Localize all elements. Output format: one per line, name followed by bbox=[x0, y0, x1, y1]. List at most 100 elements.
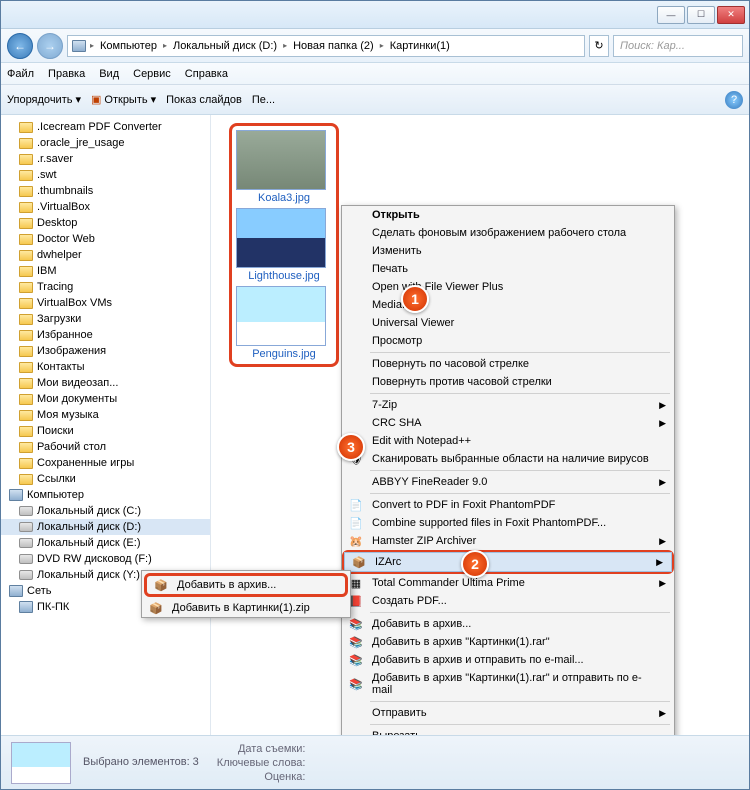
menu-item[interactable]: Повернуть по часовой стрелке bbox=[342, 355, 674, 373]
izarc-submenu[interactable]: 📦Добавить в архив... 📦Добавить в Картинки… bbox=[141, 570, 351, 618]
tree-item[interactable]: Локальный диск (E:) bbox=[1, 535, 210, 551]
search-input[interactable]: Поиск: Кар... bbox=[613, 35, 743, 57]
menu-separator bbox=[370, 352, 670, 353]
breadcrumb-segment[interactable]: Локальный диск (D:) bbox=[171, 40, 279, 52]
menu-item[interactable]: Вырезать bbox=[342, 727, 674, 735]
menu-item[interactable]: ✎Edit with Notepad++ bbox=[342, 432, 674, 450]
folder-icon bbox=[19, 218, 33, 229]
folder-icon bbox=[19, 186, 33, 197]
menu-tools[interactable]: Сервис bbox=[133, 68, 171, 80]
breadcrumb-segment[interactable]: Новая папка (2) bbox=[291, 40, 376, 52]
selected-files-group: Koala3.jpg Lighthouse.jpg Penguins.jpg bbox=[229, 123, 339, 367]
menu-help[interactable]: Справка bbox=[185, 68, 228, 80]
menu-view[interactable]: Вид bbox=[99, 68, 119, 80]
menu-item[interactable]: Universal Viewer bbox=[342, 314, 674, 332]
menu-item[interactable]: 📄Convert to PDF in Foxit PhantomPDF bbox=[342, 496, 674, 514]
tree-item[interactable]: dwhelper bbox=[1, 247, 210, 263]
folder-tree[interactable]: .Icecream PDF Converter.oracle_jre_usage… bbox=[1, 115, 211, 735]
submenu-item[interactable]: 📦Добавить в Картинки(1).zip bbox=[142, 599, 350, 617]
tree-item[interactable]: Загрузки bbox=[1, 311, 210, 327]
menu-item[interactable]: Изменить bbox=[342, 242, 674, 260]
drive-icon bbox=[19, 522, 33, 532]
menu-item[interactable]: 7-Zip▶ bbox=[342, 396, 674, 414]
file-thumbnail[interactable]: Lighthouse.jpg bbox=[236, 208, 332, 282]
tree-item[interactable]: Локальный диск (C:) bbox=[1, 503, 210, 519]
tree-item[interactable]: .oracle_jre_usage bbox=[1, 135, 210, 151]
folder-icon bbox=[19, 362, 33, 373]
tree-item[interactable]: Doctor Web bbox=[1, 231, 210, 247]
tree-item[interactable]: .VirtualBox bbox=[1, 199, 210, 215]
slideshow-button[interactable]: Показ слайдов bbox=[166, 94, 242, 106]
back-button[interactable]: ← bbox=[7, 33, 33, 59]
menu-item[interactable]: 🛡Сканировать выбранные области на наличи… bbox=[342, 450, 674, 468]
breadcrumb[interactable]: ▸ Компьютер ▸ Локальный диск (D:) ▸ Нова… bbox=[67, 35, 585, 57]
file-thumbnail[interactable]: Koala3.jpg bbox=[236, 130, 332, 204]
menu-item[interactable]: Open with File Viewer Plus bbox=[342, 278, 674, 296]
tree-item[interactable]: Мои видеозап... bbox=[1, 375, 210, 391]
menu-item[interactable]: 🐹Hamster ZIP Archiver▶ bbox=[342, 532, 674, 550]
menu-item[interactable]: Отправить▶ bbox=[342, 704, 674, 722]
menu-item[interactable]: MediaInfo bbox=[342, 296, 674, 314]
tree-item[interactable]: .r.saver bbox=[1, 151, 210, 167]
tree-item[interactable]: Ссылки bbox=[1, 471, 210, 487]
forward-button[interactable]: → bbox=[37, 33, 63, 59]
open-button[interactable]: ▣ Открыть ▾ bbox=[91, 93, 156, 106]
tree-item[interactable]: DVD RW дисковод (F:) bbox=[1, 551, 210, 567]
organize-button[interactable]: Упорядочить ▾ bbox=[7, 93, 81, 106]
menu-item[interactable]: 📄Combine supported files in Foxit Phanto… bbox=[342, 514, 674, 532]
menu-item[interactable]: Сделать фоновым изображением рабочего ст… bbox=[342, 224, 674, 242]
thumbnail-filename: Lighthouse.jpg bbox=[236, 270, 332, 282]
tree-item[interactable]: Избранное bbox=[1, 327, 210, 343]
tree-item[interactable]: .thumbnails bbox=[1, 183, 210, 199]
tree-item[interactable]: Desktop bbox=[1, 215, 210, 231]
tree-item[interactable]: Tracing bbox=[1, 279, 210, 295]
tree-item[interactable]: .swt bbox=[1, 167, 210, 183]
tree-item[interactable]: Моя музыка bbox=[1, 407, 210, 423]
menu-item[interactable]: 📦IZArc▶ bbox=[344, 552, 672, 572]
tree-item[interactable]: Мои документы bbox=[1, 391, 210, 407]
menu-item[interactable]: Просмотр bbox=[342, 332, 674, 350]
file-thumbnail[interactable]: Penguins.jpg bbox=[236, 286, 332, 360]
context-menu[interactable]: ОткрытьСделать фоновым изображением рабо… bbox=[341, 205, 675, 735]
breadcrumb-segment[interactable]: Картинки(1) bbox=[388, 40, 452, 52]
body: .Icecream PDF Converter.oracle_jre_usage… bbox=[1, 115, 749, 735]
folder-icon bbox=[19, 426, 33, 437]
menu-item-icon: 📚 bbox=[348, 616, 364, 632]
menu-item[interactable]: 📕Создать PDF... bbox=[342, 592, 674, 610]
tree-item[interactable]: VirtualBox VMs bbox=[1, 295, 210, 311]
tree-item[interactable]: .Icecream PDF Converter bbox=[1, 119, 210, 135]
tree-item[interactable]: IBM bbox=[1, 263, 210, 279]
drive-icon bbox=[19, 570, 33, 580]
chevron-right-icon: ▶ bbox=[659, 418, 666, 429]
menu-item[interactable]: ▦Total Commander Ultima Prime▶ bbox=[342, 574, 674, 592]
tree-item[interactable]: Компьютер bbox=[1, 487, 210, 503]
refresh-button[interactable]: ↻ bbox=[589, 35, 609, 57]
menu-item[interactable]: 📚Добавить в архив... bbox=[342, 615, 674, 633]
menu-item[interactable]: Печать bbox=[342, 260, 674, 278]
tree-item-label: Компьютер bbox=[27, 489, 84, 501]
menu-item[interactable]: 📚Добавить в архив "Картинки(1).rar" bbox=[342, 633, 674, 651]
breadcrumb-segment[interactable]: Компьютер bbox=[98, 40, 159, 52]
menu-file[interactable]: Файл bbox=[7, 68, 34, 80]
tree-item[interactable]: Поиски bbox=[1, 423, 210, 439]
submenu-item[interactable]: 📦Добавить в архив... bbox=[147, 576, 345, 594]
tree-item[interactable]: Локальный диск (D:) bbox=[1, 519, 210, 535]
menu-item[interactable]: 📚Добавить в архив и отправить по e-mail.… bbox=[342, 651, 674, 669]
menu-item[interactable]: 📚Добавить в архив "Картинки(1).rar" и от… bbox=[342, 669, 674, 699]
tree-item[interactable]: Изображения bbox=[1, 343, 210, 359]
tree-item[interactable]: Сохраненные игры bbox=[1, 455, 210, 471]
maximize-button[interactable]: ☐ bbox=[687, 6, 715, 24]
help-icon[interactable]: ? bbox=[725, 91, 743, 109]
menu-edit[interactable]: Правка bbox=[48, 68, 85, 80]
close-button[interactable]: ✕ bbox=[717, 6, 745, 24]
menu-item[interactable]: ABBYY FineReader 9.0▶ bbox=[342, 473, 674, 491]
menu-item[interactable]: CRC SHA▶ bbox=[342, 414, 674, 432]
tree-item[interactable]: Рабочий стол bbox=[1, 439, 210, 455]
menu-item[interactable]: Открыть bbox=[342, 206, 674, 224]
minimize-button[interactable]: — bbox=[657, 6, 685, 24]
menu-item[interactable]: Повернуть против часовой стрелки bbox=[342, 373, 674, 391]
tree-item[interactable]: Контакты bbox=[1, 359, 210, 375]
tree-item-label: ПК-ПК bbox=[37, 601, 69, 613]
print-button[interactable]: Пе... bbox=[252, 94, 275, 106]
menu-item-label: Hamster ZIP Archiver bbox=[372, 535, 476, 547]
